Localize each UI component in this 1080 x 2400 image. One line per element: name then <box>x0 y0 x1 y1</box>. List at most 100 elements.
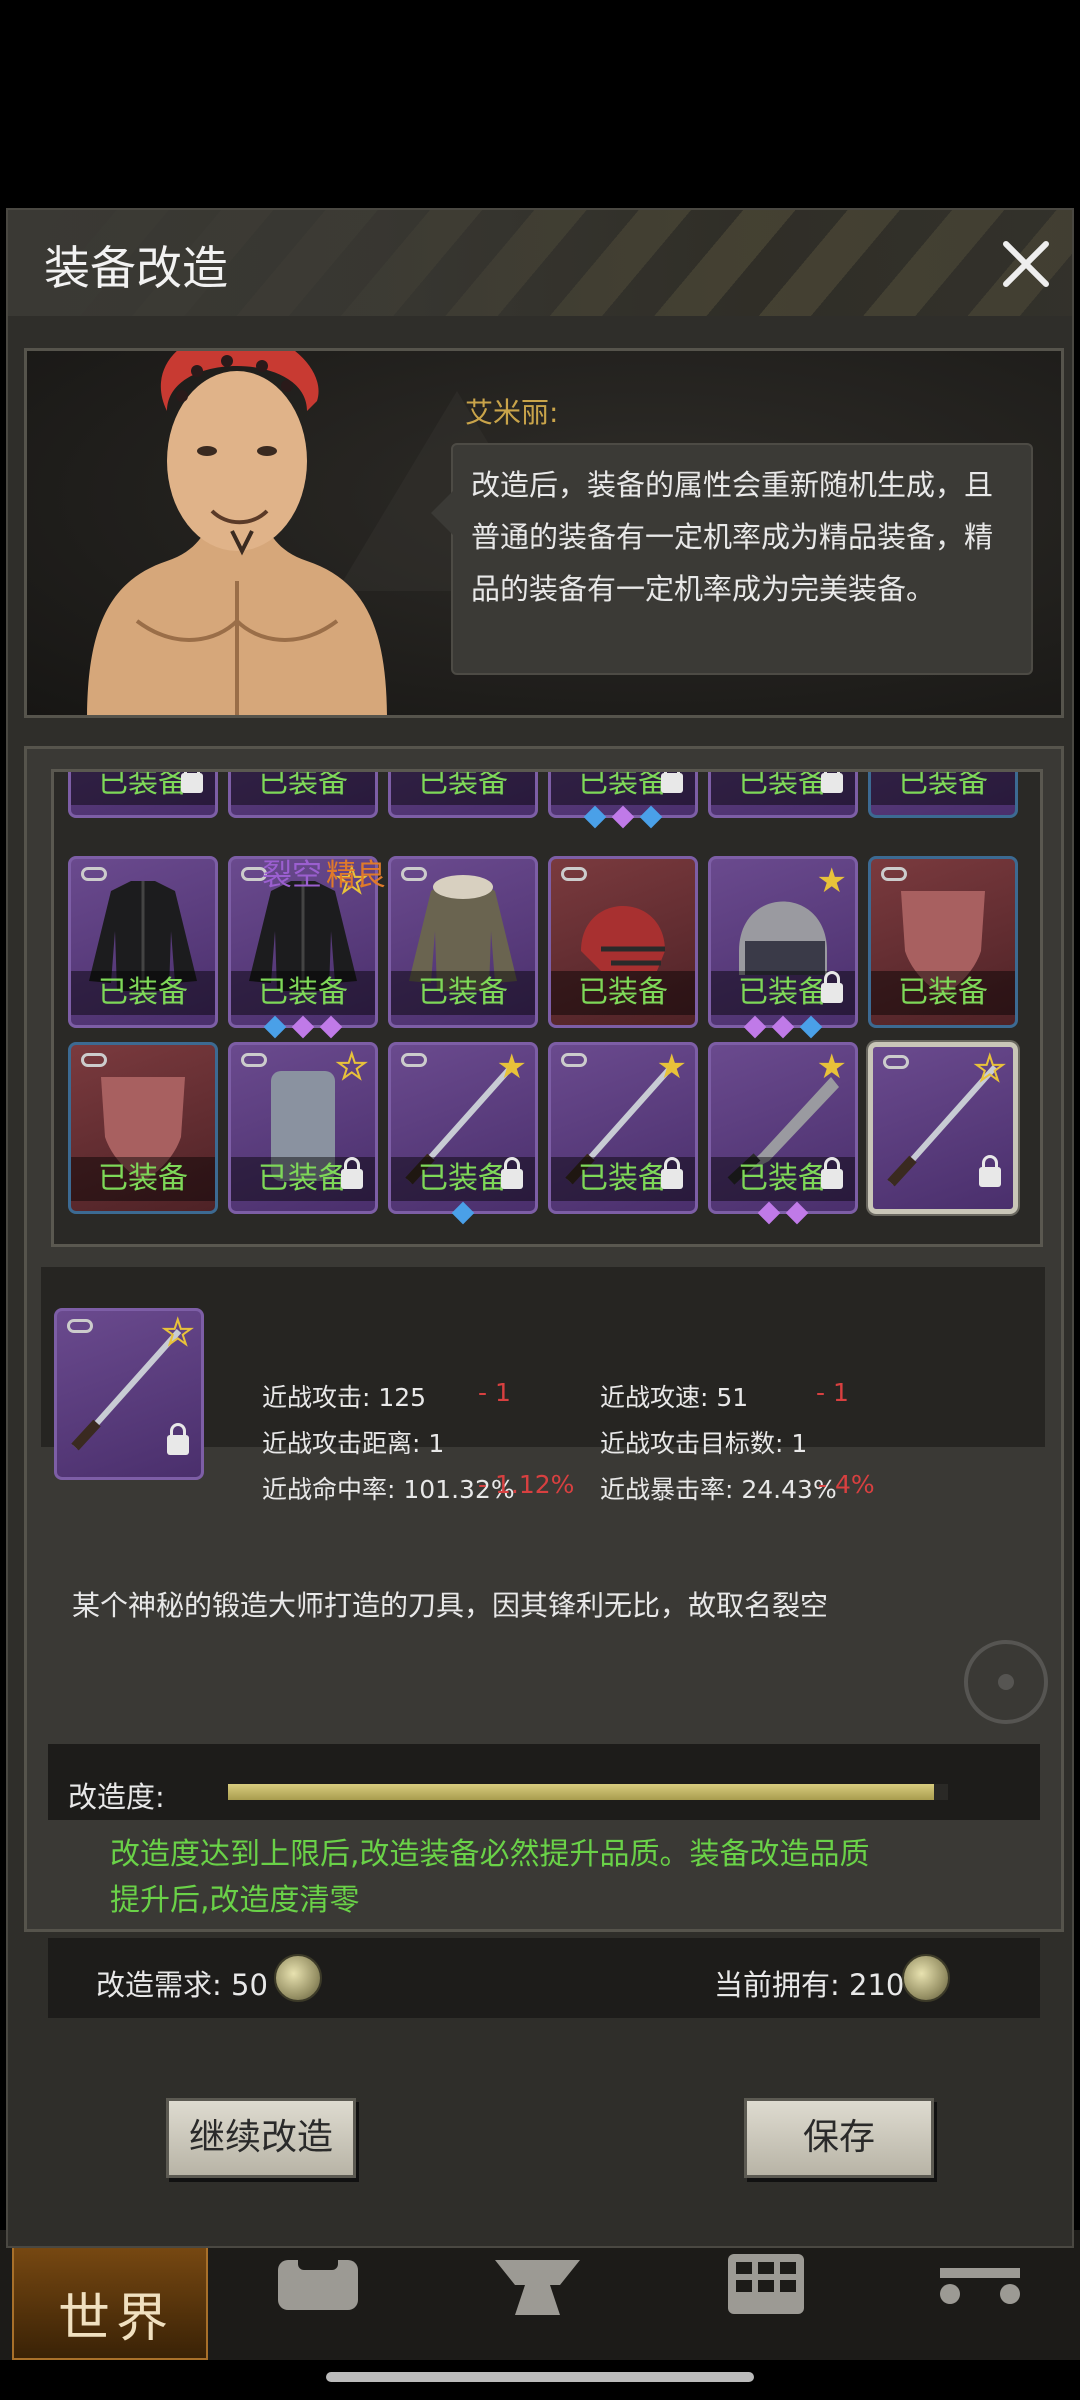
modify-note: 改造度达到上限后,改造装备必然提升品质。装备改造品质提升后,改造度清零 <box>110 1837 870 1918</box>
star-icon: ★ <box>496 1047 527 1087</box>
equipped-label: 已装备 <box>391 971 535 1015</box>
equipment-slot-helmet[interactable]: 已装备 <box>548 856 698 1028</box>
equipped-label: 已装备 <box>391 772 535 805</box>
equipment-slot-shield[interactable]: 已装备 <box>868 856 1018 1028</box>
item-grade: 精良 <box>326 858 386 893</box>
lock-icon <box>821 971 843 1003</box>
nav-world-label: 世界 <box>58 2289 175 2349</box>
lock-icon <box>167 1423 189 1455</box>
equipment-slot-katana[interactable]: ★ 已装备 <box>548 1042 698 1214</box>
nav-world-tab[interactable]: 世界 <box>12 2240 208 2360</box>
progress-row <box>48 1744 1040 1820</box>
stat-melee-crit: 近战暴击率: 24.43% <box>600 1475 837 1504</box>
gem-sockets <box>231 1015 375 1039</box>
equipment-slot-jacket[interactable]: 已装备 <box>68 856 218 1028</box>
link-icon <box>401 867 427 881</box>
home-indicator[interactable] <box>326 2372 754 2382</box>
selected-item-icon: ★ <box>54 1308 204 1480</box>
star-icon: ★ <box>656 1047 687 1087</box>
stat-melee-hit: 近战命中率: 101.32% <box>262 1475 515 1504</box>
coin-icon <box>274 1954 322 2002</box>
equipped-label: 已装备 <box>871 971 1015 1015</box>
link-icon <box>67 1319 93 1333</box>
equipment-slot-machete[interactable]: ★ 已装备 <box>708 1042 858 1225</box>
lock-icon <box>979 1155 1001 1187</box>
item-description: 某个神秘的锻造大师打造的刀具，因其锋利无比，故取名裂空 <box>72 1589 829 1622</box>
star-icon: ★ <box>816 861 847 901</box>
link-icon <box>401 1053 427 1067</box>
link-icon <box>81 867 107 881</box>
lock-icon <box>821 1157 843 1189</box>
equipment-slot[interactable]: 已装备 <box>708 772 858 818</box>
stat-melee-targets: 近战攻击目标数: 1 <box>600 1429 808 1458</box>
gem-sockets <box>551 805 695 829</box>
link-icon <box>81 1053 107 1067</box>
equipment-slot[interactable]: 已装备 <box>548 772 698 829</box>
equipment-slot[interactable]: 已装备 <box>388 772 538 818</box>
npc-portrait <box>87 351 387 715</box>
stat-melee-crit-delta: - 4% <box>818 1470 875 1499</box>
equipment-slot-riot-helmet[interactable]: ★ 已装备 <box>708 856 858 1039</box>
equipment-slot-selected-katana[interactable]: ★ <box>868 1042 1018 1214</box>
stat-melee-attack-delta: - 1 <box>478 1378 511 1407</box>
equipped-label: 已装备 <box>871 772 1015 805</box>
star-icon: ★ <box>816 1047 847 1087</box>
link-icon <box>561 867 587 881</box>
lock-icon <box>181 772 203 793</box>
equipped-label: 已装备 <box>551 971 695 1015</box>
cart-icon[interactable] <box>930 2250 1030 2320</box>
equipment-slot[interactable]: 已装备 <box>68 772 218 818</box>
link-icon <box>241 1053 267 1067</box>
link-icon <box>561 1053 587 1067</box>
npc-speech-bubble: 改造后，装备的属性会重新随机生成，且普通的装备有一定机率成为精品装备，精品的装备… <box>431 443 1033 675</box>
equipped-label: 已装备 <box>231 971 375 1015</box>
progress-bar <box>228 1784 948 1800</box>
radiation-icon <box>964 1640 1048 1724</box>
stat-melee-speed: 近战攻速: 51 <box>600 1383 749 1412</box>
equipped-label: 已装备 <box>71 1157 215 1201</box>
star-outline-icon: ★ <box>973 1048 1006 1090</box>
gem-sockets <box>711 1015 855 1039</box>
lock-icon <box>661 772 683 793</box>
equipment-grid[interactable]: 已装备 已装备 已装备 已装备 已装备 已装备 已装备 ★ 已装备 已装备 已装… <box>51 769 1043 1247</box>
progress-fill <box>228 1784 934 1800</box>
close-icon[interactable] <box>998 236 1054 292</box>
lock-icon <box>501 1157 523 1189</box>
bag-icon[interactable] <box>268 2250 368 2320</box>
stat-melee-speed-delta: - 1 <box>816 1378 849 1407</box>
gem-sockets <box>391 1201 535 1225</box>
equipment-slot-riot-shield[interactable]: ★ 已装备 <box>228 1042 378 1214</box>
coin-icon <box>902 1954 950 2002</box>
progress-label: 改造度: <box>68 1780 165 1814</box>
npc-name: 艾米丽: <box>465 396 559 429</box>
equipment-slot-katana[interactable]: ★ 已装备 <box>388 1042 538 1225</box>
equipped-label: 已装备 <box>231 772 375 805</box>
crate-icon[interactable] <box>716 2250 816 2320</box>
status-area <box>0 0 1080 208</box>
link-icon <box>883 1055 909 1069</box>
star-outline-icon: ★ <box>161 1312 194 1354</box>
equipment-slot-parka[interactable]: 已装备 <box>388 856 538 1028</box>
gem-sockets <box>711 1201 855 1225</box>
stat-melee-hit-delta: - 1.12% <box>478 1470 575 1499</box>
equipped-label: 已装备 <box>71 971 215 1015</box>
star-outline-icon: ★ <box>335 1046 368 1088</box>
anvil-icon[interactable] <box>490 2250 590 2320</box>
link-icon <box>881 867 907 881</box>
lock-icon <box>661 1157 683 1189</box>
stat-melee-attack: 近战攻击: 125 <box>262 1383 427 1412</box>
lock-icon <box>341 1157 363 1189</box>
npc-speech-text: 改造后，装备的属性会重新随机生成，且普通的装备有一定机率成为精品装备，精品的装备… <box>471 468 994 606</box>
dialog-title: 装备改造 <box>44 241 228 295</box>
equipment-slot[interactable]: 已装备 <box>228 772 378 818</box>
item-name: 裂空 <box>262 858 322 893</box>
owned-text: 当前拥有: 210 <box>714 1968 905 2002</box>
npc-panel: 艾米丽: 改造后，装备的属性会重新随机生成，且普通的装备有一定机率成为精品装备，… <box>24 348 1064 718</box>
stat-melee-range: 近战攻击距离: 1 <box>262 1429 445 1458</box>
requirement-text: 改造需求: 50 <box>96 1968 268 2002</box>
equipment-slot[interactable]: 已装备 <box>868 772 1018 818</box>
save-button[interactable]: 保存 <box>744 2098 934 2178</box>
lock-icon <box>821 772 843 793</box>
continue-modify-button[interactable]: 继续改造 <box>166 2098 356 2178</box>
equipment-slot-shield[interactable]: 已装备 <box>68 1042 218 1214</box>
